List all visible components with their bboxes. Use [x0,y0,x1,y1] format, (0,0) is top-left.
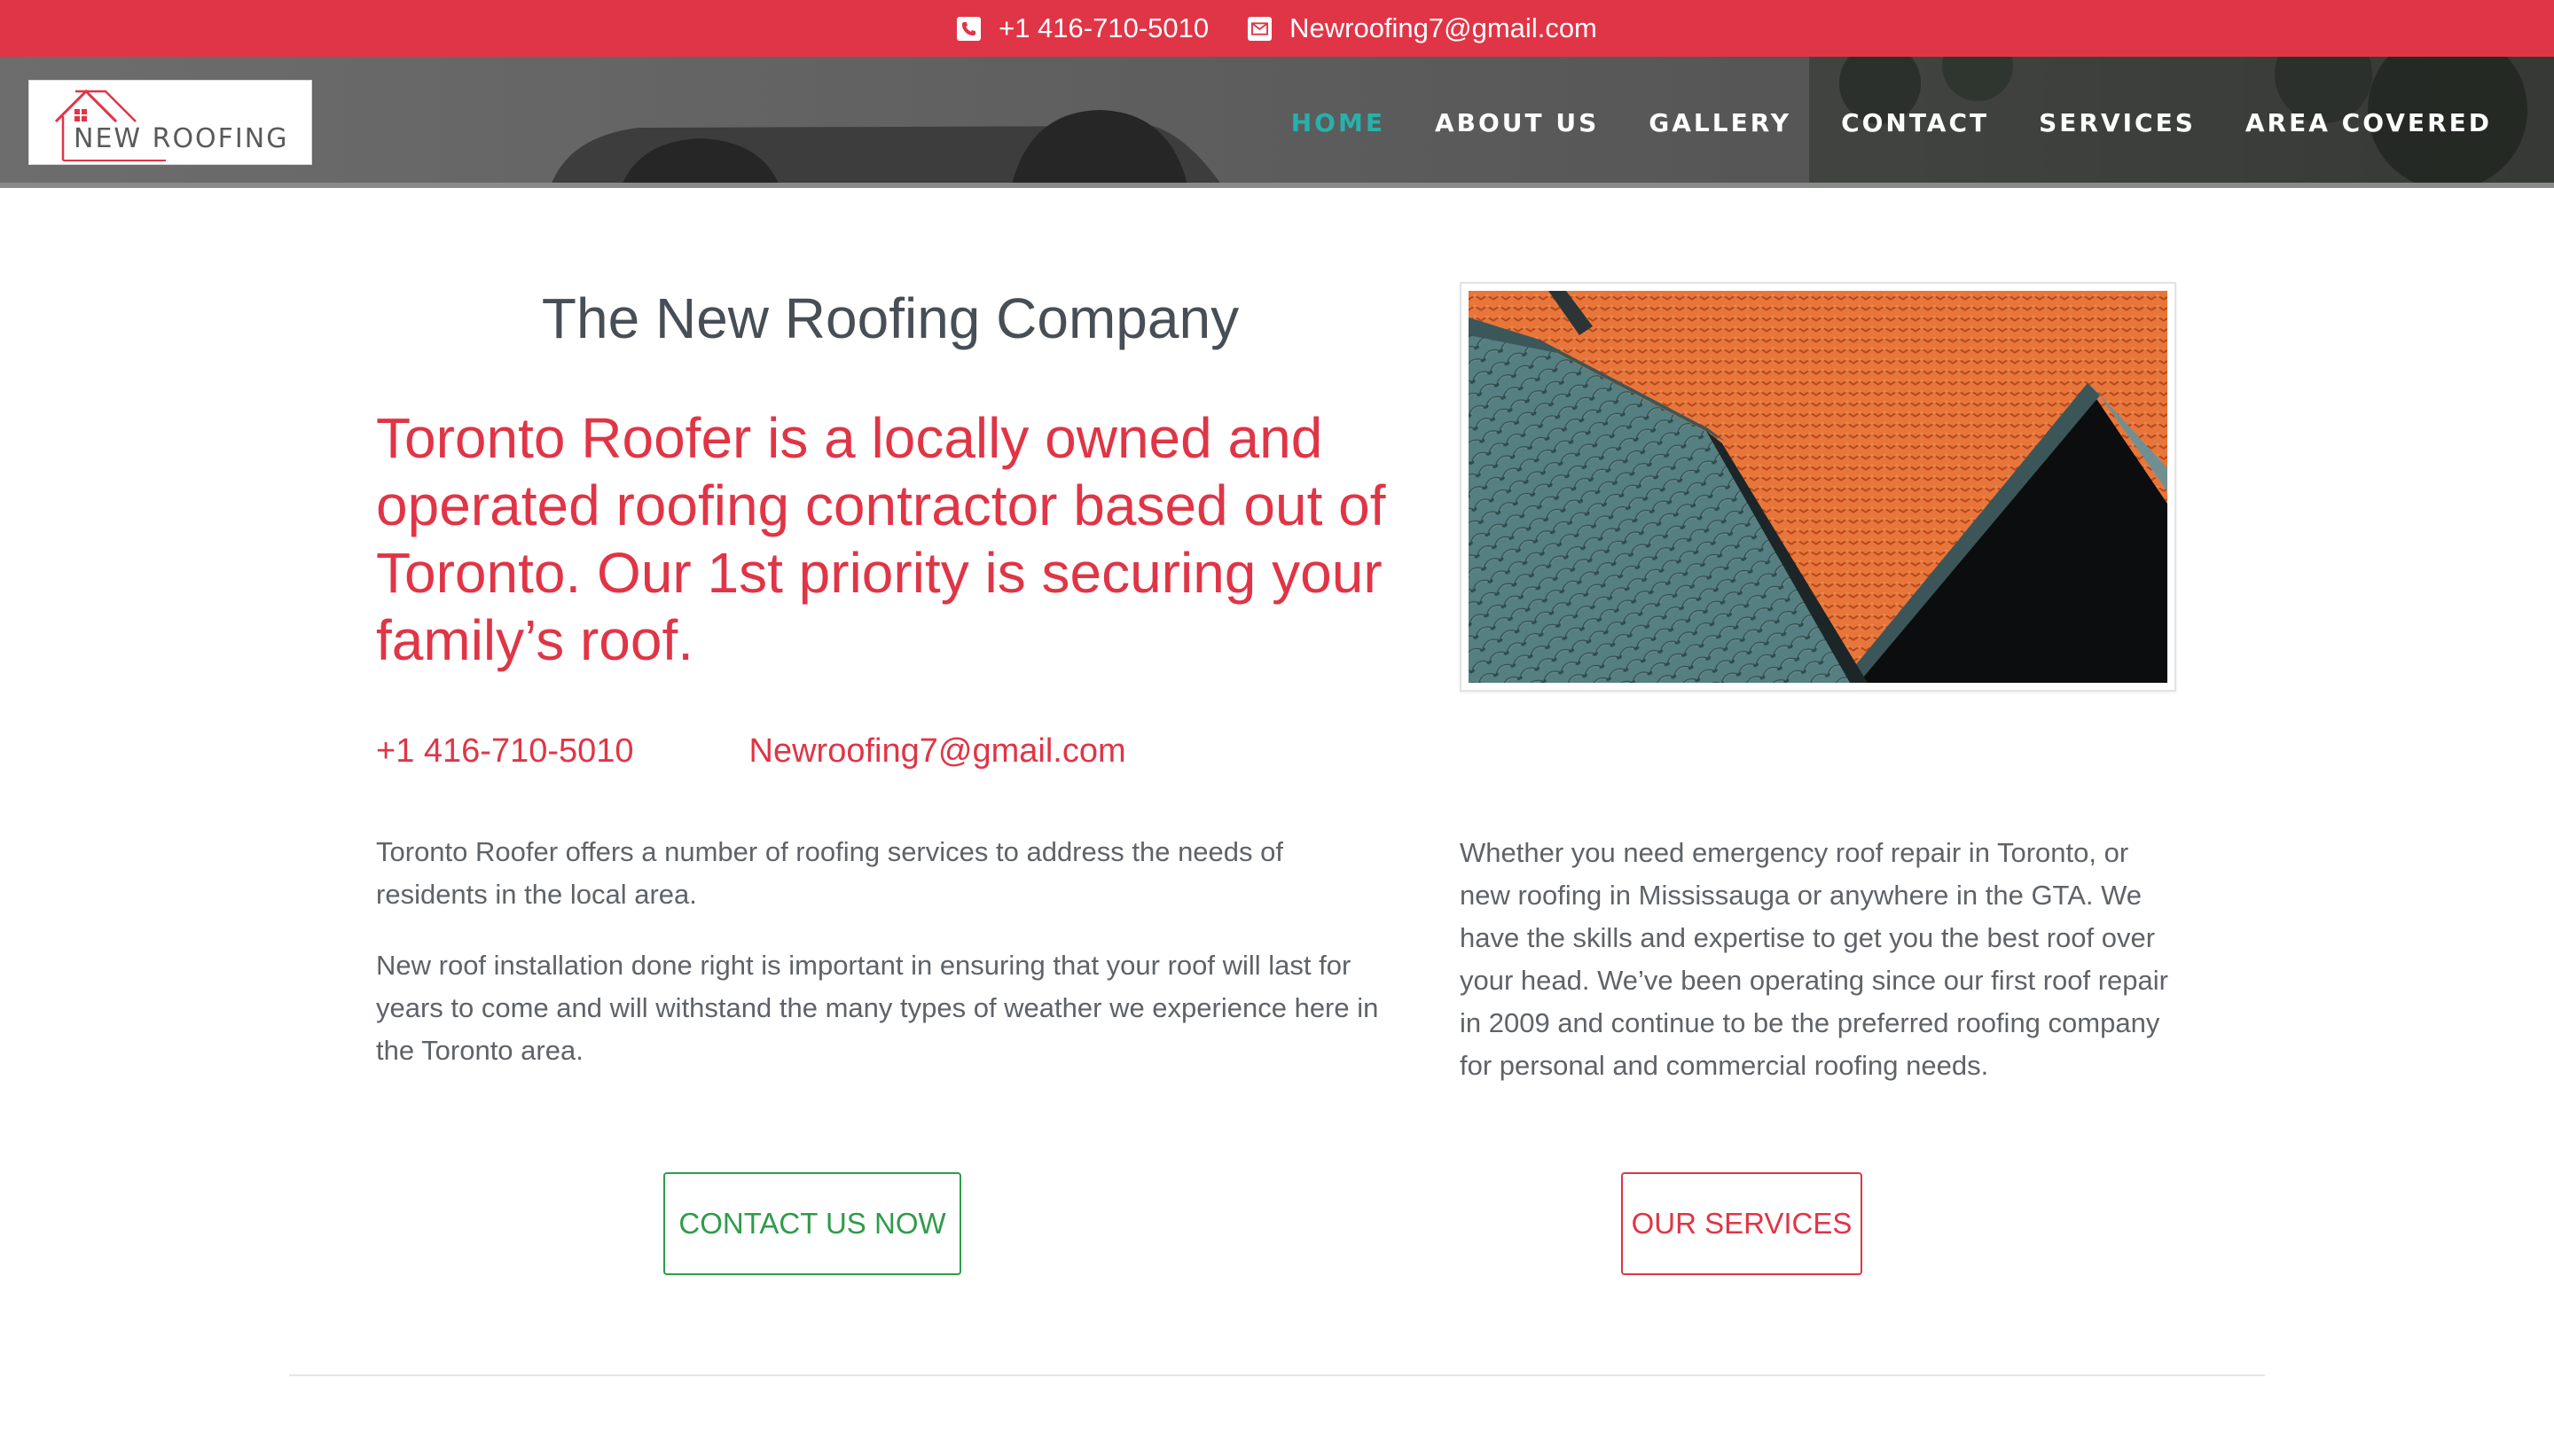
section-divider [289,1374,2265,1376]
top-contact-bar: +1 416-710-5010 Newroofing7@gmail.com [0,0,2554,57]
nav-about-us[interactable]: ABOUT US [1435,108,1599,137]
services-paragraph: Whether you need emergency roof repair i… [1460,837,2168,1081]
intro-paragraph: Toronto Roofer offers a number of roofin… [376,836,1283,910]
nav-area-covered[interactable]: AREA COVERED [2245,108,2492,137]
topbar-phone-text: +1 416-710-5010 [999,12,1210,43]
contact-us-now-button[interactable]: CONTACT US NOW [663,1172,961,1275]
contact-line: +1 416-710-5010 Newroofing7@gmail.com [376,732,1126,771]
contact-email-link[interactable]: Newroofing7@gmail.com [749,732,1126,771]
page-title: The New Roofing Company [541,286,1240,350]
nav-services[interactable]: SERVICES [2039,108,2196,137]
our-services-button[interactable]: OUR SERVICES [1621,1172,1862,1275]
lead-text: Toronto Roofer is a locally owned and op… [376,406,1386,672]
contact-phone-link[interactable]: +1 416-710-5010 [376,732,634,771]
envelope-icon [1248,16,1273,41]
logo-text: NEW ROOFING [74,123,289,154]
topbar-phone[interactable]: +1 416-710-5010 [957,12,1209,44]
topbar-email[interactable]: Newroofing7@gmail.com [1248,12,1597,44]
main-nav: HOME ABOUT US GALLERY CONTACT SERVICES A… [1242,57,2492,188]
site-logo[interactable]: NEW ROOFING [28,80,312,165]
site-header: NEW ROOFING HOME ABOUT US GALLERY CONTAC… [0,57,2554,188]
nav-gallery[interactable]: GALLERY [1649,108,1791,137]
nav-home[interactable]: HOME [1291,108,1385,137]
roof-photo [1460,282,2176,692]
phone-icon [957,16,982,41]
installation-paragraph: New roof installation done right is impo… [376,950,1379,1066]
topbar-email-text: Newroofing7@gmail.com [1289,12,1597,43]
nav-contact[interactable]: CONTACT [1841,108,1989,137]
